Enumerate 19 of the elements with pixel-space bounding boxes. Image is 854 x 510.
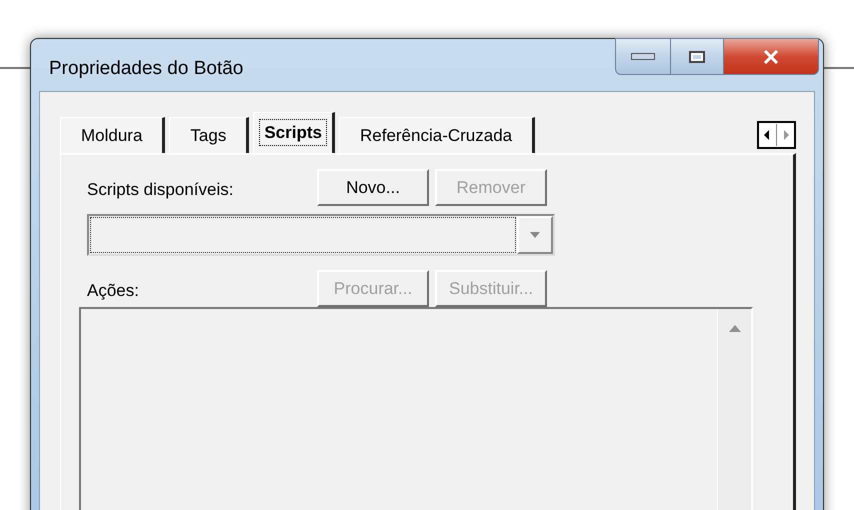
minimize-icon [631, 53, 655, 60]
tab[interactable]: Referência-Cruzada [338, 117, 536, 153]
window-title: Propriedades do Botão [49, 58, 244, 80]
scripts-label: Scripts disponíveis: [87, 180, 234, 201]
close-button[interactable] [724, 38, 819, 75]
dropdown-arrow-icon [530, 232, 540, 238]
close-icon [763, 50, 779, 64]
scroll-up-arrow-icon [728, 325, 740, 332]
tab[interactable]: Tags [169, 117, 250, 153]
tab[interactable]: Scripts [253, 112, 335, 153]
tab-scroll-buttons[interactable] [757, 121, 796, 149]
vertical-scrollbar[interactable] [717, 309, 751, 510]
maximize-button[interactable] [671, 38, 724, 75]
push-button[interactable]: Novo... [317, 169, 429, 206]
maximize-icon [689, 50, 705, 62]
actions-label: Ações: [87, 281, 140, 302]
scripts-dropdown[interactable] [87, 214, 555, 256]
tab[interactable]: Moldura [60, 117, 166, 153]
minimize-button[interactable] [615, 38, 671, 75]
